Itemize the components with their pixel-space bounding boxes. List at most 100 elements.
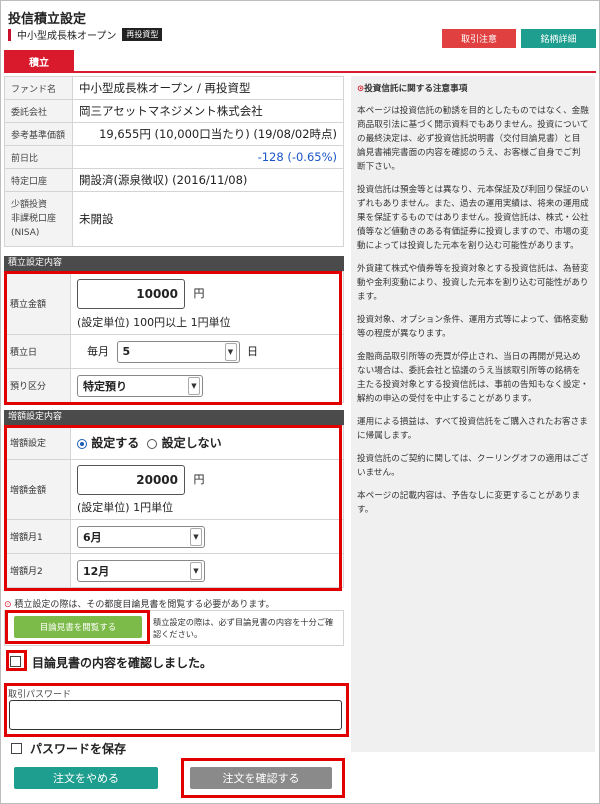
nisa-key-line2: 非課税口座 [11, 214, 57, 224]
checkbox-box [10, 655, 21, 667]
amount-note: (設定単位) 100円以上 1円単位 [77, 315, 231, 329]
table-row: 増額月1 6月 ▼ [4, 519, 344, 554]
checkbox-box [11, 742, 22, 754]
amount-unit: 円 [193, 286, 205, 300]
month2-select-value: 12月 [83, 564, 110, 578]
password-label: 取引パスワード [8, 690, 72, 700]
day-select-value: 5 [122, 345, 131, 358]
table-row: 委託会社 岡三アセットマネジメント株式会社 [4, 99, 344, 123]
view-prospectus-button[interactable]: 目論見書を閲覧する [14, 616, 142, 638]
day-select[interactable]: 5 ▼ [116, 340, 240, 363]
fund-subtitle: 中小型成長株オープン 再投資型 [8, 27, 163, 42]
page-title: 投信積立設定 [8, 12, 87, 27]
info-key: 特定口座 [4, 168, 73, 192]
notice-paragraph: 運用による損益は、すべて投資信託をご購入されたお客さまに帰属します。 [357, 417, 588, 441]
nisa-key-line3: (NISA) [11, 228, 40, 238]
prospectus-note: 積立設定の際は、必ず目論見書の内容を十分ご確認ください。 [153, 617, 334, 639]
field-label: 積立金額 [4, 271, 71, 335]
radio-setting-off-label: 設定しない [161, 436, 222, 450]
field-label: 増額金額 [4, 459, 71, 520]
chevron-down-icon: ▼ [188, 376, 200, 395]
notice-paragraph: 金融商品取引所等の売買が停止され、当日の再開が見込めない場合は、委託会社と協議の… [357, 352, 589, 404]
zougaku-amount-input[interactable]: 20000 [77, 464, 185, 495]
day-change-value: -128 (-0.65%) [72, 145, 344, 169]
fund-name-value: 中小型成長株オープン / 再投資型 [72, 76, 344, 100]
table-row: 特定口座 開設済(源泉徴収) (2016/11/08) [4, 168, 344, 192]
notice-title-row: ⊙投資信託に関する注意事項 [357, 82, 589, 96]
section-header-tsumitate: 積立設定内容 [4, 256, 344, 271]
notice-panel: ⊙投資信託に関する注意事項 本ページは投資信託の勧誘を目的としたものではなく、金… [351, 76, 595, 752]
radio-setting-off[interactable] [147, 438, 158, 449]
radio-setting-on[interactable] [77, 438, 87, 449]
field-label: 増額月2 [4, 553, 71, 588]
deposit-select-value: 特定預り [83, 379, 127, 393]
info-key-nisa: 少額投資 非課税口座 (NISA) [4, 191, 73, 247]
info-key: 前日比 [4, 145, 73, 169]
info-key: ファンド名 [4, 76, 73, 100]
setting-cell: 設定する 設定しない [70, 425, 344, 460]
table-row: 参考基準価額 19,655円 (10,000口当たり) (19/08/02時点) [4, 122, 344, 146]
month1-select-value: 6月 [83, 530, 102, 544]
notice-title: 投資信託に関する注意事項 [364, 84, 468, 94]
confirm-order-button[interactable]: 注文を確認する [190, 767, 332, 789]
amount-note: (設定単位) 1円単位 [77, 500, 174, 514]
field-label: 積立日 [4, 334, 71, 369]
fund-detail-button[interactable]: 銘柄詳細 [521, 29, 596, 48]
zougaku-amount-cell: 20000 円 (設定単位) 1円単位 [70, 459, 344, 520]
prospectus-warning-text: 積立設定の際は、その都度目論見書を閲覧する必要があります。 [14, 600, 275, 610]
field-label: 預り区分 [4, 368, 71, 403]
notice-paragraph: 外貨建て株式や債券等を投資対象とする投資信託は、為替変動や金利変動により、投資し… [357, 264, 589, 302]
notice-paragraph: 投資信託は預金等とは異なり、元本保証及び利回り保証のいずれもありません。また、過… [357, 185, 589, 251]
tab-underline [4, 71, 596, 73]
field-label: 増額設定 [4, 425, 71, 460]
table-row: 前日比 -128 (-0.65%) [4, 145, 344, 169]
table-row: 積立金額 10000 円 (設定単位) 100円以上 1円単位 [4, 271, 344, 335]
table-row: ファンド名 中小型成長株オープン / 再投資型 [4, 76, 344, 100]
info-key: 委託会社 [4, 99, 73, 123]
nisa-key-line1: 少額投資 [11, 200, 48, 210]
deposit-cell: 特定預り ▼ [70, 368, 344, 403]
prospectus-confirm-label: 目論見書の内容を確認しました。 [32, 656, 213, 670]
deposit-type-select[interactable]: 特定預り ▼ [77, 374, 203, 397]
tsumitate-amount-input[interactable]: 10000 [77, 278, 185, 309]
prospectus-confirm-checkbox[interactable] [10, 654, 21, 667]
table-row: 預り区分 特定預り ▼ [4, 368, 344, 403]
nisa-account-value: 未開設 [72, 191, 344, 247]
notice-paragraph: 本ページは投資信託の勧誘を目的としたものではなく、金融商品取引法に基づく開示資料… [357, 106, 589, 172]
zougaku-form: 増額設定 設定する 設定しない 増額金額 20000 円 (設定単位) 1円単位… [4, 425, 344, 588]
save-password-label: パスワードを保存 [30, 742, 127, 756]
table-row: 少額投資 非課税口座 (NISA) 未開設 [4, 191, 344, 247]
password-input[interactable] [9, 700, 342, 730]
day-prefix: 毎月 [87, 344, 109, 358]
month2-cell: 12月 ▼ [70, 553, 344, 588]
notice-paragraph: 投資信託のご契約に関しては、クーリングオフの適用はございません。 [357, 454, 589, 478]
fund-short-name: 中小型成長株オープン [17, 31, 117, 42]
month2-select[interactable]: 12月 ▼ [77, 559, 205, 582]
notice-paragraph: 投資対象、オプション条件、運用方式等によって、価格変動等の程度が異なります。 [357, 315, 588, 339]
section-header-zougaku: 増額設定内容 [4, 410, 344, 425]
day-suffix: 日 [247, 344, 258, 358]
tab-tsumitate[interactable]: 積立 [4, 50, 74, 72]
save-password-checkbox[interactable] [11, 741, 22, 754]
table-row: 増額月2 12月 ▼ [4, 553, 344, 588]
radio-setting-on-label: 設定する [91, 436, 140, 450]
table-row: 積立日 毎月 5 ▼ 日 [4, 334, 344, 369]
management-company-value: 岡三アセットマネジメント株式会社 [72, 99, 344, 123]
month1-select[interactable]: 6月 ▼ [77, 525, 205, 548]
notice-paragraph: 本ページの記載内容は、予告なしに変更することがあります。 [357, 491, 581, 515]
info-key: 参考基準価額 [4, 122, 73, 146]
amount-unit: 円 [193, 472, 205, 486]
trade-notice-button[interactable]: 取引注意 [442, 29, 516, 48]
month1-cell: 6月 ▼ [70, 519, 344, 554]
tsumitate-form: 積立金額 10000 円 (設定単位) 100円以上 1円単位 積立日 毎月 5… [4, 271, 344, 403]
warning-icon: ⊙ [4, 600, 12, 610]
tokutei-account-value: 開設済(源泉徴収) (2016/11/08) [72, 168, 344, 192]
table-row: 増額設定 設定する 設定しない [4, 425, 344, 460]
fund-type-badge: 再投資型 [122, 28, 163, 41]
chevron-down-icon: ▼ [190, 527, 202, 546]
accent-bar [8, 28, 11, 41]
table-row: 増額金額 20000 円 (設定単位) 1円単位 [4, 459, 344, 520]
amount-cell: 10000 円 (設定単位) 100円以上 1円単位 [70, 271, 344, 335]
chevron-down-icon: ▼ [224, 342, 237, 361]
cancel-order-button[interactable]: 注文をやめる [14, 767, 158, 789]
